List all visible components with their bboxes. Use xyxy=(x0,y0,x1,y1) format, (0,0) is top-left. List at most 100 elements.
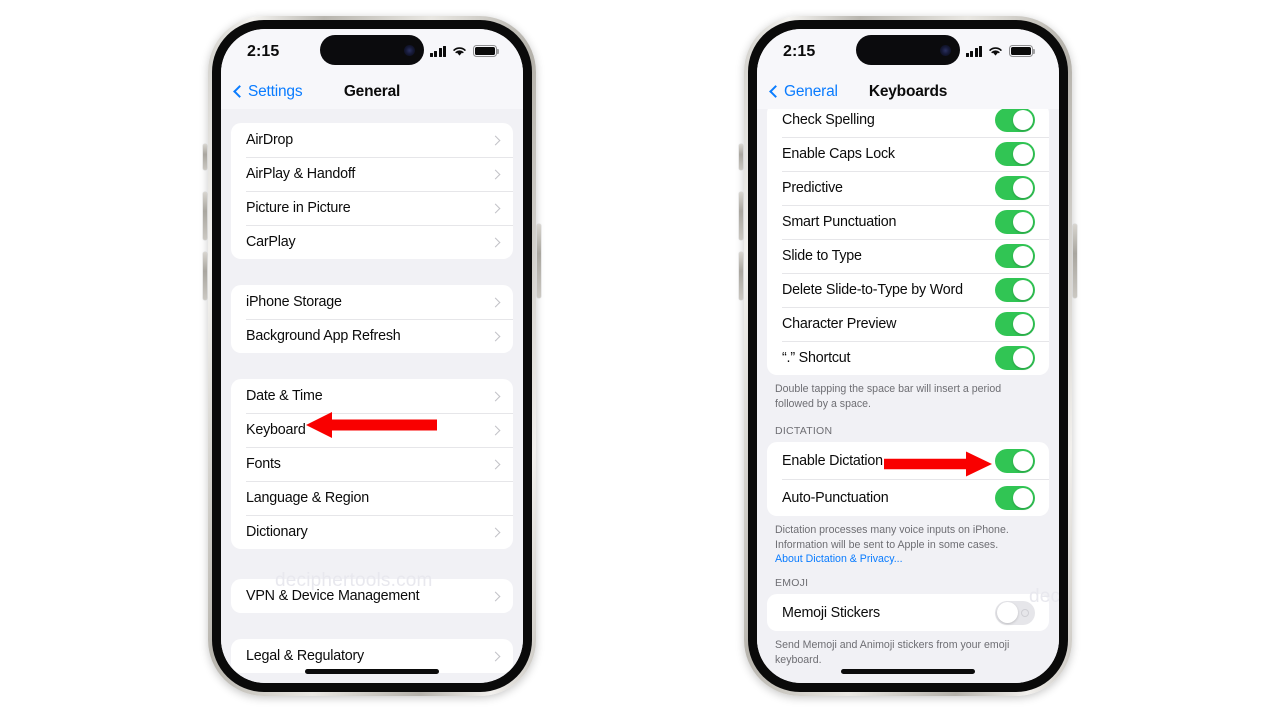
keyboard-group-footer: Double tapping the space bar will insert… xyxy=(775,383,1002,410)
row-label: Slide to Type xyxy=(782,248,862,264)
row-label: Background App Refresh xyxy=(246,328,401,344)
right-settings-list[interactable]: Check Spelling Enable Caps Lock Predicti… xyxy=(757,109,1059,683)
settings-row-picture-in-picture[interactable]: Picture in Picture xyxy=(231,191,513,225)
toggle-smart-punctuation[interactable] xyxy=(995,210,1035,234)
chevron-right-icon xyxy=(490,331,501,341)
chevron-right-icon xyxy=(490,203,501,213)
chevron-right-icon xyxy=(490,169,501,179)
mute-button[interactable] xyxy=(203,144,207,170)
settings-row-period-shortcut[interactable]: “.” Shortcut xyxy=(767,341,1049,375)
row-label: Delete Slide-to-Type by Word xyxy=(782,282,963,298)
wifi-icon xyxy=(453,47,466,56)
status-clock: 2:15 xyxy=(247,43,280,60)
toggle-auto-punctuation[interactable] xyxy=(995,485,1035,510)
settings-row-slide-to-type[interactable]: Slide to Type xyxy=(767,239,1049,273)
row-label: Auto-Punctuation xyxy=(782,489,889,506)
home-indicator[interactable] xyxy=(305,669,439,674)
toggle-check-spelling[interactable] xyxy=(995,109,1035,132)
chevron-right-icon xyxy=(490,425,501,435)
left-phone-screen: 2:15 Settings General AirDrop AirPlay & … xyxy=(221,29,523,683)
toggle-enable-caps-lock[interactable] xyxy=(995,142,1035,166)
power-button[interactable] xyxy=(1073,224,1077,298)
settings-row-smart-punctuation[interactable]: Smart Punctuation xyxy=(767,205,1049,239)
section-header-dictation: DICTATION xyxy=(775,425,833,438)
settings-row-auto-punctuation[interactable]: Auto-Punctuation xyxy=(767,479,1049,516)
back-button-general[interactable]: General xyxy=(769,83,838,101)
toggle-period-shortcut[interactable] xyxy=(995,346,1035,370)
cellular-signal-icon xyxy=(965,45,982,57)
settings-row-date-time[interactable]: Date & Time xyxy=(231,379,513,413)
settings-row-memoji-stickers[interactable]: Memoji Stickers xyxy=(767,594,1049,631)
chevron-left-icon xyxy=(769,85,782,98)
home-indicator[interactable] xyxy=(841,669,975,674)
screenshot-canvas: 2:15 Settings General AirDrop AirPlay & … xyxy=(0,0,1280,720)
settings-row-legal-regulatory[interactable]: Legal & Regulatory xyxy=(231,639,513,673)
row-label: Character Preview xyxy=(782,316,897,332)
settings-row-enable-caps-lock[interactable]: Enable Caps Lock xyxy=(767,137,1049,171)
settings-row-iphone-storage[interactable]: iPhone Storage xyxy=(231,285,513,319)
settings-row-airdrop[interactable]: AirDrop xyxy=(231,123,513,157)
right-status-bar: 2:15 xyxy=(757,29,1059,75)
row-label: CarPlay xyxy=(246,234,296,250)
toggle-character-preview[interactable] xyxy=(995,312,1035,336)
chevron-right-icon xyxy=(490,459,501,469)
row-label: Keyboard xyxy=(246,422,306,438)
front-camera-icon xyxy=(940,44,951,56)
settings-group-dictation: Enable Dictation Auto-Punctuation xyxy=(767,442,1049,517)
row-label: “.” Shortcut xyxy=(782,350,851,366)
volume-down-button[interactable] xyxy=(203,252,207,300)
battery-icon xyxy=(1009,45,1036,57)
settings-row-delete-slide-to-type-by-word[interactable]: Delete Slide-to-Type by Word xyxy=(767,273,1049,307)
settings-row-predictive[interactable]: Predictive xyxy=(767,171,1049,205)
back-button-label: Settings xyxy=(248,83,303,100)
row-label: Memoji Stickers xyxy=(782,604,880,621)
toggle-delete-slide-to-type-by-word[interactable] xyxy=(995,278,1035,302)
left-phone-device: 2:15 Settings General AirDrop AirPlay & … xyxy=(203,16,541,696)
settings-row-character-preview[interactable]: Character Preview xyxy=(767,307,1049,341)
settings-row-fonts[interactable]: Fonts xyxy=(231,447,513,481)
toggle-predictive[interactable] xyxy=(995,176,1035,200)
right-phone-bezel: 2:15 General Keyboards Check Spelling En… xyxy=(748,20,1068,692)
toggle-slide-to-type[interactable] xyxy=(995,244,1035,268)
about-dictation-privacy-link[interactable]: About Dictation & Privacy... xyxy=(775,552,903,567)
row-label: Legal & Regulatory xyxy=(246,648,365,664)
volume-up-button[interactable] xyxy=(739,192,743,240)
settings-row-background-app-refresh[interactable]: Background App Refresh xyxy=(231,319,513,353)
settings-row-language-region[interactable]: Language & Region xyxy=(231,481,513,515)
settings-row-enable-dictation[interactable]: Enable Dictation xyxy=(767,442,1049,479)
settings-group-emoji: Memoji Stickers xyxy=(767,594,1049,632)
chevron-left-icon xyxy=(233,85,246,98)
settings-row-check-spelling[interactable]: Check Spelling xyxy=(767,109,1049,137)
chevron-right-icon xyxy=(490,527,501,537)
settings-row-vpn-device-management[interactable]: VPN & Device Management xyxy=(231,579,513,613)
settings-row-carplay[interactable]: CarPlay xyxy=(231,225,513,259)
row-label: iPhone Storage xyxy=(246,294,342,310)
settings-row-dictionary[interactable]: Dictionary xyxy=(231,515,513,549)
row-label: VPN & Device Management xyxy=(246,588,420,604)
volume-up-button[interactable] xyxy=(203,192,207,240)
row-label: Predictive xyxy=(782,180,843,196)
volume-down-button[interactable] xyxy=(739,252,743,300)
emoji-footer: Send Memoji and Animoji stickers from yo… xyxy=(775,639,1010,666)
right-phone-screen: 2:15 General Keyboards Check Spelling En… xyxy=(757,29,1059,683)
dictation-footer: Dictation processes many voice inputs on… xyxy=(757,516,1059,567)
toggle-memoji-stickers[interactable] xyxy=(995,600,1035,625)
row-label: Enable Caps Lock xyxy=(782,146,895,162)
settings-group-connectivity: AirDrop AirPlay & Handoff Picture in Pic… xyxy=(231,123,513,259)
left-phone-bezel: 2:15 Settings General AirDrop AirPlay & … xyxy=(212,20,532,692)
settings-group-legal: Legal & Regulatory xyxy=(231,639,513,673)
left-settings-list[interactable]: AirDrop AirPlay & Handoff Picture in Pic… xyxy=(221,109,523,683)
settings-group-storage: iPhone Storage Background App Refresh xyxy=(231,285,513,353)
chevron-right-icon xyxy=(490,297,501,307)
mute-button[interactable] xyxy=(739,144,743,170)
left-nav-bar: Settings General xyxy=(221,75,523,109)
wifi-icon xyxy=(989,47,1002,56)
toggle-enable-dictation[interactable] xyxy=(995,448,1035,473)
settings-row-keyboard[interactable]: Keyboard xyxy=(231,413,513,447)
row-label: AirPlay & Handoff xyxy=(246,166,356,182)
dynamic-island xyxy=(320,35,424,65)
settings-row-airplay-handoff[interactable]: AirPlay & Handoff xyxy=(231,157,513,191)
chevron-right-icon xyxy=(490,391,501,401)
power-button[interactable] xyxy=(537,224,541,298)
back-button-settings[interactable]: Settings xyxy=(233,83,303,101)
